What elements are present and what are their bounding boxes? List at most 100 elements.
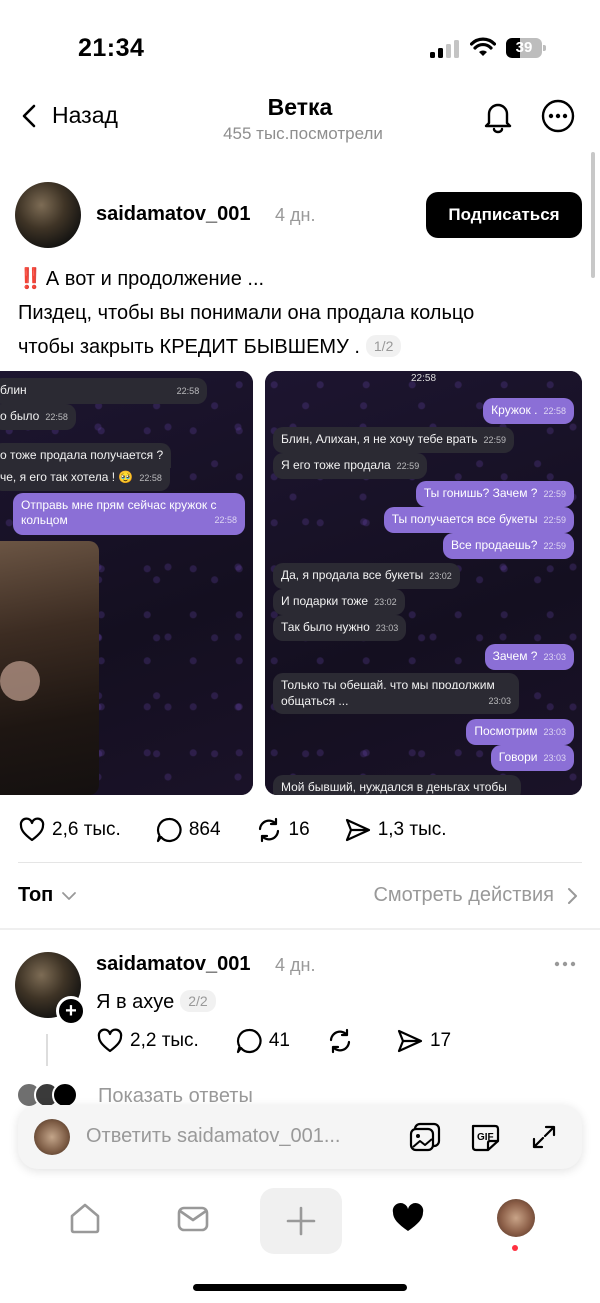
post-text-line: чтобы закрыть КРЕДИТ БЫВШЕМУ . <box>18 336 360 358</box>
bell-icon[interactable] <box>480 98 516 134</box>
heart-icon <box>97 1028 123 1053</box>
post-time: 4 дн. <box>275 205 316 225</box>
sort-dropdown[interactable]: Топ <box>18 884 77 907</box>
svg-text:GIF: GIF <box>477 1132 494 1143</box>
chat-message: Блин, Алихан, я не хочу тебе врать 22:59 <box>273 427 514 453</box>
reply-composer[interactable]: Ответить saidamatov_001... GIF <box>18 1105 582 1169</box>
section-divider <box>0 928 600 930</box>
tab-activity[interactable] <box>380 1190 436 1246</box>
reply-time: 4 дн. <box>275 955 316 975</box>
post-text-line: А вот и продолжение ... <box>45 268 265 290</box>
reply-share-count: 17 <box>429 1030 452 1051</box>
reply-repost-button[interactable] <box>326 1027 360 1055</box>
avatar <box>34 1119 70 1155</box>
chat-message: Мой бывший, нуждался в деньгах чтобы <box>273 775 521 795</box>
heart-icon <box>19 817 45 842</box>
chat-header-time: 22:58 <box>410 373 437 384</box>
status-time: 21:34 <box>78 34 145 62</box>
divider <box>18 862 582 863</box>
view-activity-label: Смотреть действия <box>373 884 554 906</box>
chevron-down-icon <box>62 891 77 900</box>
follow-plus-icon[interactable]: + <box>56 996 86 1026</box>
reply-comment-count: 41 <box>268 1030 290 1051</box>
chat-message: Так было нужно 23:03 <box>273 615 407 641</box>
tab-bar <box>0 1182 600 1262</box>
reply-like-button[interactable]: 2,2 тыс. <box>96 1027 199 1055</box>
signal-icon <box>430 40 459 58</box>
send-icon <box>397 1029 423 1053</box>
thread-line <box>46 1034 48 1066</box>
view-activity-link[interactable]: Смотреть действия <box>373 884 578 907</box>
post-image-chat-screenshot-2[interactable]: 22:58 Кружок . 22:58 Блин, Алихан, я не хо… <box>265 371 582 795</box>
reply-actions: 2,2 тыс. 41 17 <box>96 1027 487 1055</box>
wifi-icon <box>470 37 496 56</box>
comment-count: 864 <box>188 819 221 840</box>
notification-dot <box>512 1245 518 1251</box>
chat-message: че, я его так хотела ! 🥹 22:58 <box>0 465 170 491</box>
chat-message-outgoing: Ты получается все букеты 22:59 <box>383 507 574 533</box>
heart-filled-icon <box>392 1203 424 1231</box>
chat-message: И подарки тоже 23:02 <box>273 589 405 615</box>
chevron-right-icon <box>568 887 577 904</box>
send-icon <box>345 818 370 842</box>
tab-inbox[interactable] <box>165 1190 221 1246</box>
comment-icon <box>156 817 182 843</box>
comment-button[interactable]: 864 <box>155 816 221 844</box>
comment-icon <box>236 1028 262 1054</box>
sort-label: Топ <box>18 884 54 906</box>
double-exclamation-emoji: ‼️ <box>18 268 43 290</box>
repost-icon <box>258 817 279 843</box>
like-button[interactable]: 2,6 тыс. <box>18 816 121 844</box>
follow-button[interactable]: Подписаться <box>426 192 582 238</box>
reply-share-button[interactable]: 17 <box>396 1027 451 1055</box>
tab-profile[interactable] <box>488 1190 544 1246</box>
chat-message-outgoing: Все продаешь? 22:59 <box>442 533 574 559</box>
battery-indicator: 39 <box>506 38 546 58</box>
page-indicator: 1/2 <box>365 335 402 357</box>
share-button[interactable]: 1,3 тыс. <box>344 816 447 844</box>
more-horizontal-icon[interactable] <box>553 956 577 972</box>
hand-photo-detail <box>0 661 40 701</box>
tab-create[interactable] <box>260 1188 342 1254</box>
reply-like-count: 2,2 тыс. <box>130 1030 199 1051</box>
post-author-avatar[interactable] <box>15 182 81 248</box>
page-indicator: 2/2 <box>180 990 216 1012</box>
gif-icon[interactable]: GIF <box>468 1121 502 1153</box>
post-text-line: Пиздец, чтобы вы понимали она продала ко… <box>18 302 475 324</box>
scrollbar[interactable] <box>591 152 595 278</box>
more-options-icon[interactable] <box>540 98 576 134</box>
reply-username[interactable]: saidamatov_001 <box>96 953 251 976</box>
tab-home[interactable] <box>57 1190 113 1246</box>
expand-icon[interactable] <box>530 1123 558 1151</box>
chat-message: Да, я продала все букеты 23:02 <box>273 563 460 589</box>
share-count: 1,3 тыс. <box>377 819 447 840</box>
like-count: 2,6 тыс. <box>52 819 121 840</box>
home-icon <box>70 1203 100 1234</box>
repost-icon <box>329 1028 351 1054</box>
chat-message-outgoing: Отправь мне прям сейчас кружок с кольцом… <box>13 493 245 535</box>
chat-message: блин 22:58 <box>0 378 208 404</box>
chat-message-outgoing: Говори 23:03 <box>490 745 574 771</box>
chat-message-outgoing: Ты гонишь? Зачем ? 22:59 <box>415 481 574 507</box>
reply-comment-button[interactable]: 41 <box>235 1027 290 1055</box>
chat-message-outgoing: Кружок . 22:58 <box>483 398 574 424</box>
reply-text: Я в ахуе 2/2 <box>96 987 216 1017</box>
chat-message-outgoing: Зачем ? 23:03 <box>484 644 574 670</box>
repost-count: 16 <box>288 819 310 840</box>
post-actions: 2,6 тыс. 864 16 1,3 тыс. <box>18 812 481 848</box>
post-username[interactable]: saidamatov_001 <box>96 203 251 226</box>
profile-avatar <box>497 1199 535 1237</box>
home-indicator[interactable] <box>193 1284 407 1291</box>
chat-message: Я его тоже продала 22:59 <box>273 453 428 479</box>
post-image-chat-screenshot-1[interactable]: блин 22:58 о было 22:58 о тоже продала пол… <box>0 371 253 795</box>
repost-button[interactable]: 16 <box>255 816 310 844</box>
status-bar: 21:34 39 <box>0 0 600 90</box>
chat-message: о было 22:58 <box>0 404 76 430</box>
chat-message-outgoing: Посмотрим 23:03 <box>466 719 574 745</box>
battery-level-text: 39 <box>515 39 533 56</box>
chat-message: общаться ... 23:03 <box>273 689 519 714</box>
reply-input[interactable]: Ответить saidamatov_001... <box>86 1125 340 1148</box>
thread-header: Назад Ветка 455 тыс.посмотрели <box>0 90 600 152</box>
post-text: ‼️ А вот и продолжение ... Пиздец, чтобы … <box>18 262 578 364</box>
gallery-icon[interactable] <box>408 1121 442 1153</box>
